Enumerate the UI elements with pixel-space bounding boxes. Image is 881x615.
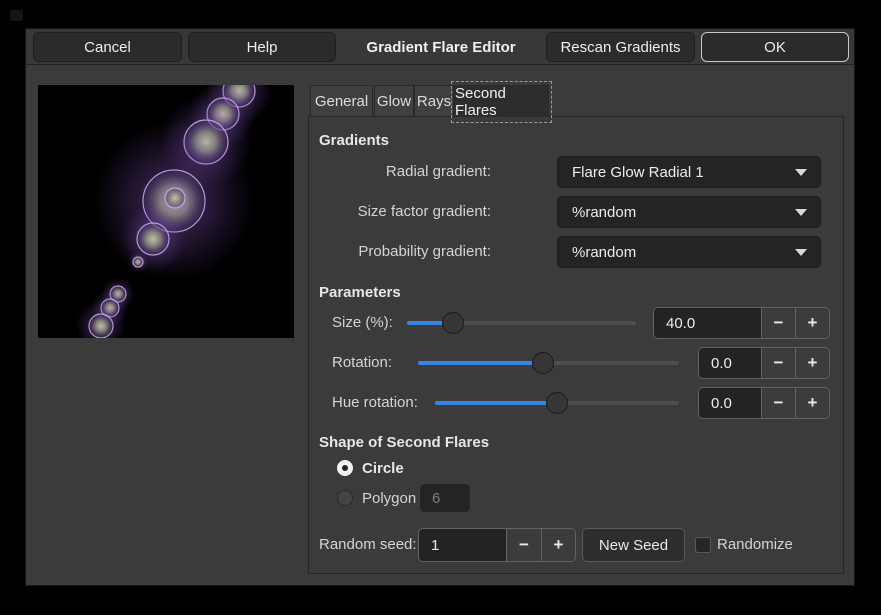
plus-icon: + [554,535,564,555]
rescan-gradients-button[interactable]: Rescan Gradients [546,32,695,62]
chevron-down-icon [795,169,807,176]
new-seed-button[interactable]: New Seed [582,528,685,562]
plus-icon: + [808,393,818,413]
tab-rays[interactable]: Rays [414,85,454,116]
randomize-label: Randomize [717,528,793,562]
window-icon [10,10,23,21]
rotation-increment-button[interactable]: + [795,348,829,378]
seed-increment-button[interactable]: + [541,529,575,561]
random-seed-input[interactable]: 1 [419,529,506,561]
chevron-down-icon [795,209,807,216]
hue-rotation-label: Hue rotation: [332,387,418,419]
rotation-slider[interactable] [418,347,679,379]
shape-heading: Shape of Second Flares [319,434,489,451]
hue-rotation-decrement-button[interactable]: − [761,388,795,418]
ok-button[interactable]: OK [701,32,849,62]
titlebar: Cancel Help Gradient Flare Editor Rescan… [26,29,854,65]
cancel-button[interactable]: Cancel [33,32,182,62]
tab-second-flares[interactable]: Second Flares [454,85,549,117]
plus-icon: + [808,353,818,373]
minus-icon: − [774,313,784,333]
minus-icon: − [519,535,529,555]
hue-rotation-input[interactable]: 0.0 [699,388,761,418]
probability-gradient-label: Probability gradient: [319,236,491,268]
probability-gradient-value: %random [558,244,795,261]
size-factor-gradient-value: %random [558,204,795,221]
gradient-flare-editor-dialog: Cancel Help Gradient Flare Editor Rescan… [25,28,855,586]
polygon-radio[interactable] [337,490,353,506]
polygon-radio-label: Polygon [362,490,416,507]
plus-icon: + [808,313,818,333]
randomize-checkbox[interactable] [695,537,711,553]
size-input[interactable]: 40.0 [654,308,761,338]
random-seed-label: Random seed: [319,528,417,562]
chevron-down-icon [795,249,807,256]
minus-icon: − [774,393,784,413]
probability-gradient-dropdown[interactable]: %random [557,236,821,268]
hue-rotation-increment-button[interactable]: + [795,388,829,418]
flare-preview-svg [38,85,294,338]
gradients-heading: Gradients [319,132,389,149]
size-slider[interactable] [407,307,636,339]
size-decrement-button[interactable]: − [761,308,795,338]
size-increment-button[interactable]: + [795,308,829,338]
rotation-slider-handle[interactable] [532,352,554,374]
rotation-input[interactable]: 0.0 [699,348,761,378]
size-slider-handle[interactable] [442,312,464,334]
parameters-heading: Parameters [319,284,401,301]
size-factor-gradient-dropdown[interactable]: %random [557,196,821,228]
hue-rotation-slider[interactable] [435,387,679,419]
radial-gradient-label: Radial gradient: [319,156,491,188]
size-factor-gradient-label: Size factor gradient: [319,196,491,228]
rotation-label: Rotation: [332,347,392,379]
window-title: Gradient Flare Editor [369,29,513,65]
help-button[interactable]: Help [188,32,336,62]
hue-rotation-slider-handle[interactable] [546,392,568,414]
polygon-sides-input: 6 [419,483,471,513]
rotation-decrement-button[interactable]: − [761,348,795,378]
tab-general[interactable]: General [310,85,373,116]
seed-decrement-button[interactable]: − [506,529,541,561]
radial-gradient-dropdown[interactable]: Flare Glow Radial 1 [557,156,821,188]
circle-radio[interactable] [337,460,353,476]
minus-icon: − [774,353,784,373]
radial-gradient-value: Flare Glow Radial 1 [558,164,795,181]
tab-glow[interactable]: Glow [374,85,414,116]
flare-preview [38,85,294,338]
size-label: Size (%): [332,307,393,339]
circle-radio-label: Circle [362,460,404,477]
